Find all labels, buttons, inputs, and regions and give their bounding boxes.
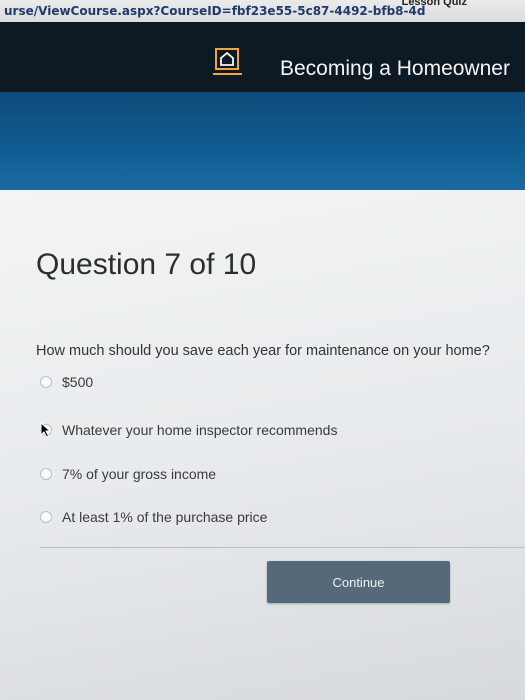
breadcrumb: Lesson Quiz — [401, 0, 467, 8]
answer-option-label[interactable]: At least 1% of the purchase price — [62, 509, 267, 525]
question-heading: Question 7 of 10 — [36, 248, 257, 281]
question-text: How much should you save each year for m… — [36, 343, 490, 359]
radio-button[interactable] — [40, 376, 52, 388]
house-icon — [215, 48, 239, 70]
continue-button[interactable]: Continue — [267, 561, 450, 603]
browser-url-bar[interactable]: urse/ViewCourse.aspx?CourseID=fbf23e55-5… — [0, 0, 525, 23]
mouse-cursor-icon — [40, 422, 52, 438]
answer-option-label[interactable]: 7% of your gross income — [62, 466, 216, 482]
hero-band — [0, 92, 525, 190]
divider — [40, 547, 525, 548]
course-title: Becoming a Homeowner — [280, 57, 510, 80]
radio-button[interactable] — [40, 511, 52, 523]
answer-option-label[interactable]: $500 — [62, 374, 93, 390]
radio-button[interactable] — [40, 468, 52, 480]
answer-option-label[interactable]: Whatever your home inspector recommends — [62, 422, 337, 438]
url-text[interactable]: urse/ViewCourse.aspx?CourseID=fbf23e55-5… — [4, 4, 425, 18]
logo-underline — [213, 73, 242, 75]
